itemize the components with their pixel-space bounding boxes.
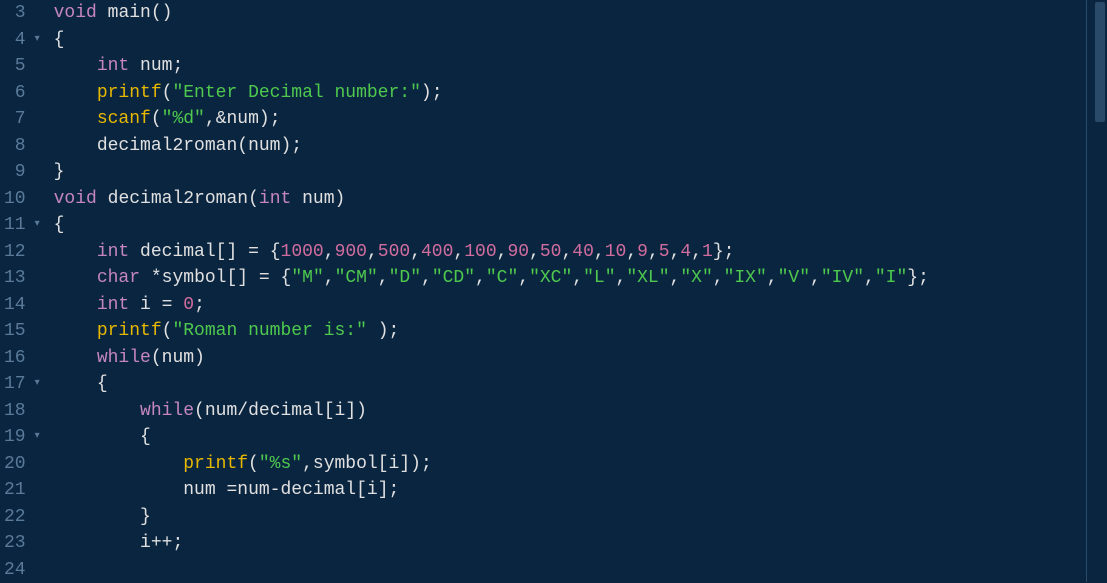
code-line[interactable]: } <box>54 504 1107 531</box>
line-number: 6 <box>4 80 40 107</box>
fold-icon[interactable]: ▾ <box>30 424 40 451</box>
code-line[interactable]: while(num) <box>54 345 1107 372</box>
code-line[interactable]: char *symbol[] = {"M","CM","D","CD","C",… <box>54 265 1107 292</box>
code-line[interactable]: i++; <box>54 530 1107 557</box>
line-number: 12 <box>4 239 40 266</box>
code-line[interactable]: scanf("%d",&num); <box>54 106 1107 133</box>
right-margin-line <box>1086 0 1087 582</box>
line-number: 3 <box>4 0 40 27</box>
line-number: 14 <box>4 292 40 319</box>
vertical-scrollbar[interactable] <box>1093 0 1107 582</box>
code-line[interactable]: printf("Enter Decimal number:"); <box>54 80 1107 107</box>
line-number: 13 <box>4 265 40 292</box>
code-line[interactable]: { <box>54 212 1107 239</box>
line-number: 7 <box>4 106 40 133</box>
scrollbar-thumb[interactable] <box>1095 2 1105 122</box>
line-number: 17▾ <box>4 371 40 398</box>
line-number: 15 <box>4 318 40 345</box>
fold-icon[interactable]: ▾ <box>30 371 40 398</box>
code-line[interactable]: void decimal2roman(int num) <box>54 186 1107 213</box>
code-line[interactable]: void main() <box>54 0 1107 27</box>
line-number: 23 <box>4 530 40 557</box>
code-line[interactable]: num =num-decimal[i]; <box>54 477 1107 504</box>
line-number: 19▾ <box>4 424 40 451</box>
code-line[interactable]: { <box>54 27 1107 54</box>
line-number: 11▾ <box>4 212 40 239</box>
code-line[interactable]: int num; <box>54 53 1107 80</box>
code-line[interactable] <box>54 557 1107 583</box>
code-line[interactable]: int i = 0; <box>54 292 1107 319</box>
line-number: 9 <box>4 159 40 186</box>
code-line[interactable]: int decimal[] = {1000,900,500,400,100,90… <box>54 239 1107 266</box>
line-number: 8 <box>4 133 40 160</box>
code-line[interactable]: { <box>54 424 1107 451</box>
code-line[interactable]: } <box>54 159 1107 186</box>
line-number: 21 <box>4 477 40 504</box>
line-number-gutter: 34▾567891011▾121314151617▾1819▾202122232… <box>0 0 48 582</box>
line-number: 20 <box>4 451 40 478</box>
code-line[interactable]: printf("Roman number is:" ); <box>54 318 1107 345</box>
code-line[interactable]: printf("%s",symbol[i]); <box>54 451 1107 478</box>
line-number: 24 <box>4 557 40 583</box>
line-number: 4▾ <box>4 27 40 54</box>
line-number: 18 <box>4 398 40 425</box>
line-number: 10 <box>4 186 40 213</box>
code-area[interactable]: void main(){ int num; printf("Enter Deci… <box>48 0 1107 582</box>
line-number: 5 <box>4 53 40 80</box>
line-number: 16 <box>4 345 40 372</box>
code-line[interactable]: { <box>54 371 1107 398</box>
line-number: 22 <box>4 504 40 531</box>
code-line[interactable]: decimal2roman(num); <box>54 133 1107 160</box>
fold-icon[interactable]: ▾ <box>30 212 40 239</box>
fold-icon[interactable]: ▾ <box>30 27 40 54</box>
code-line[interactable]: while(num/decimal[i]) <box>54 398 1107 425</box>
